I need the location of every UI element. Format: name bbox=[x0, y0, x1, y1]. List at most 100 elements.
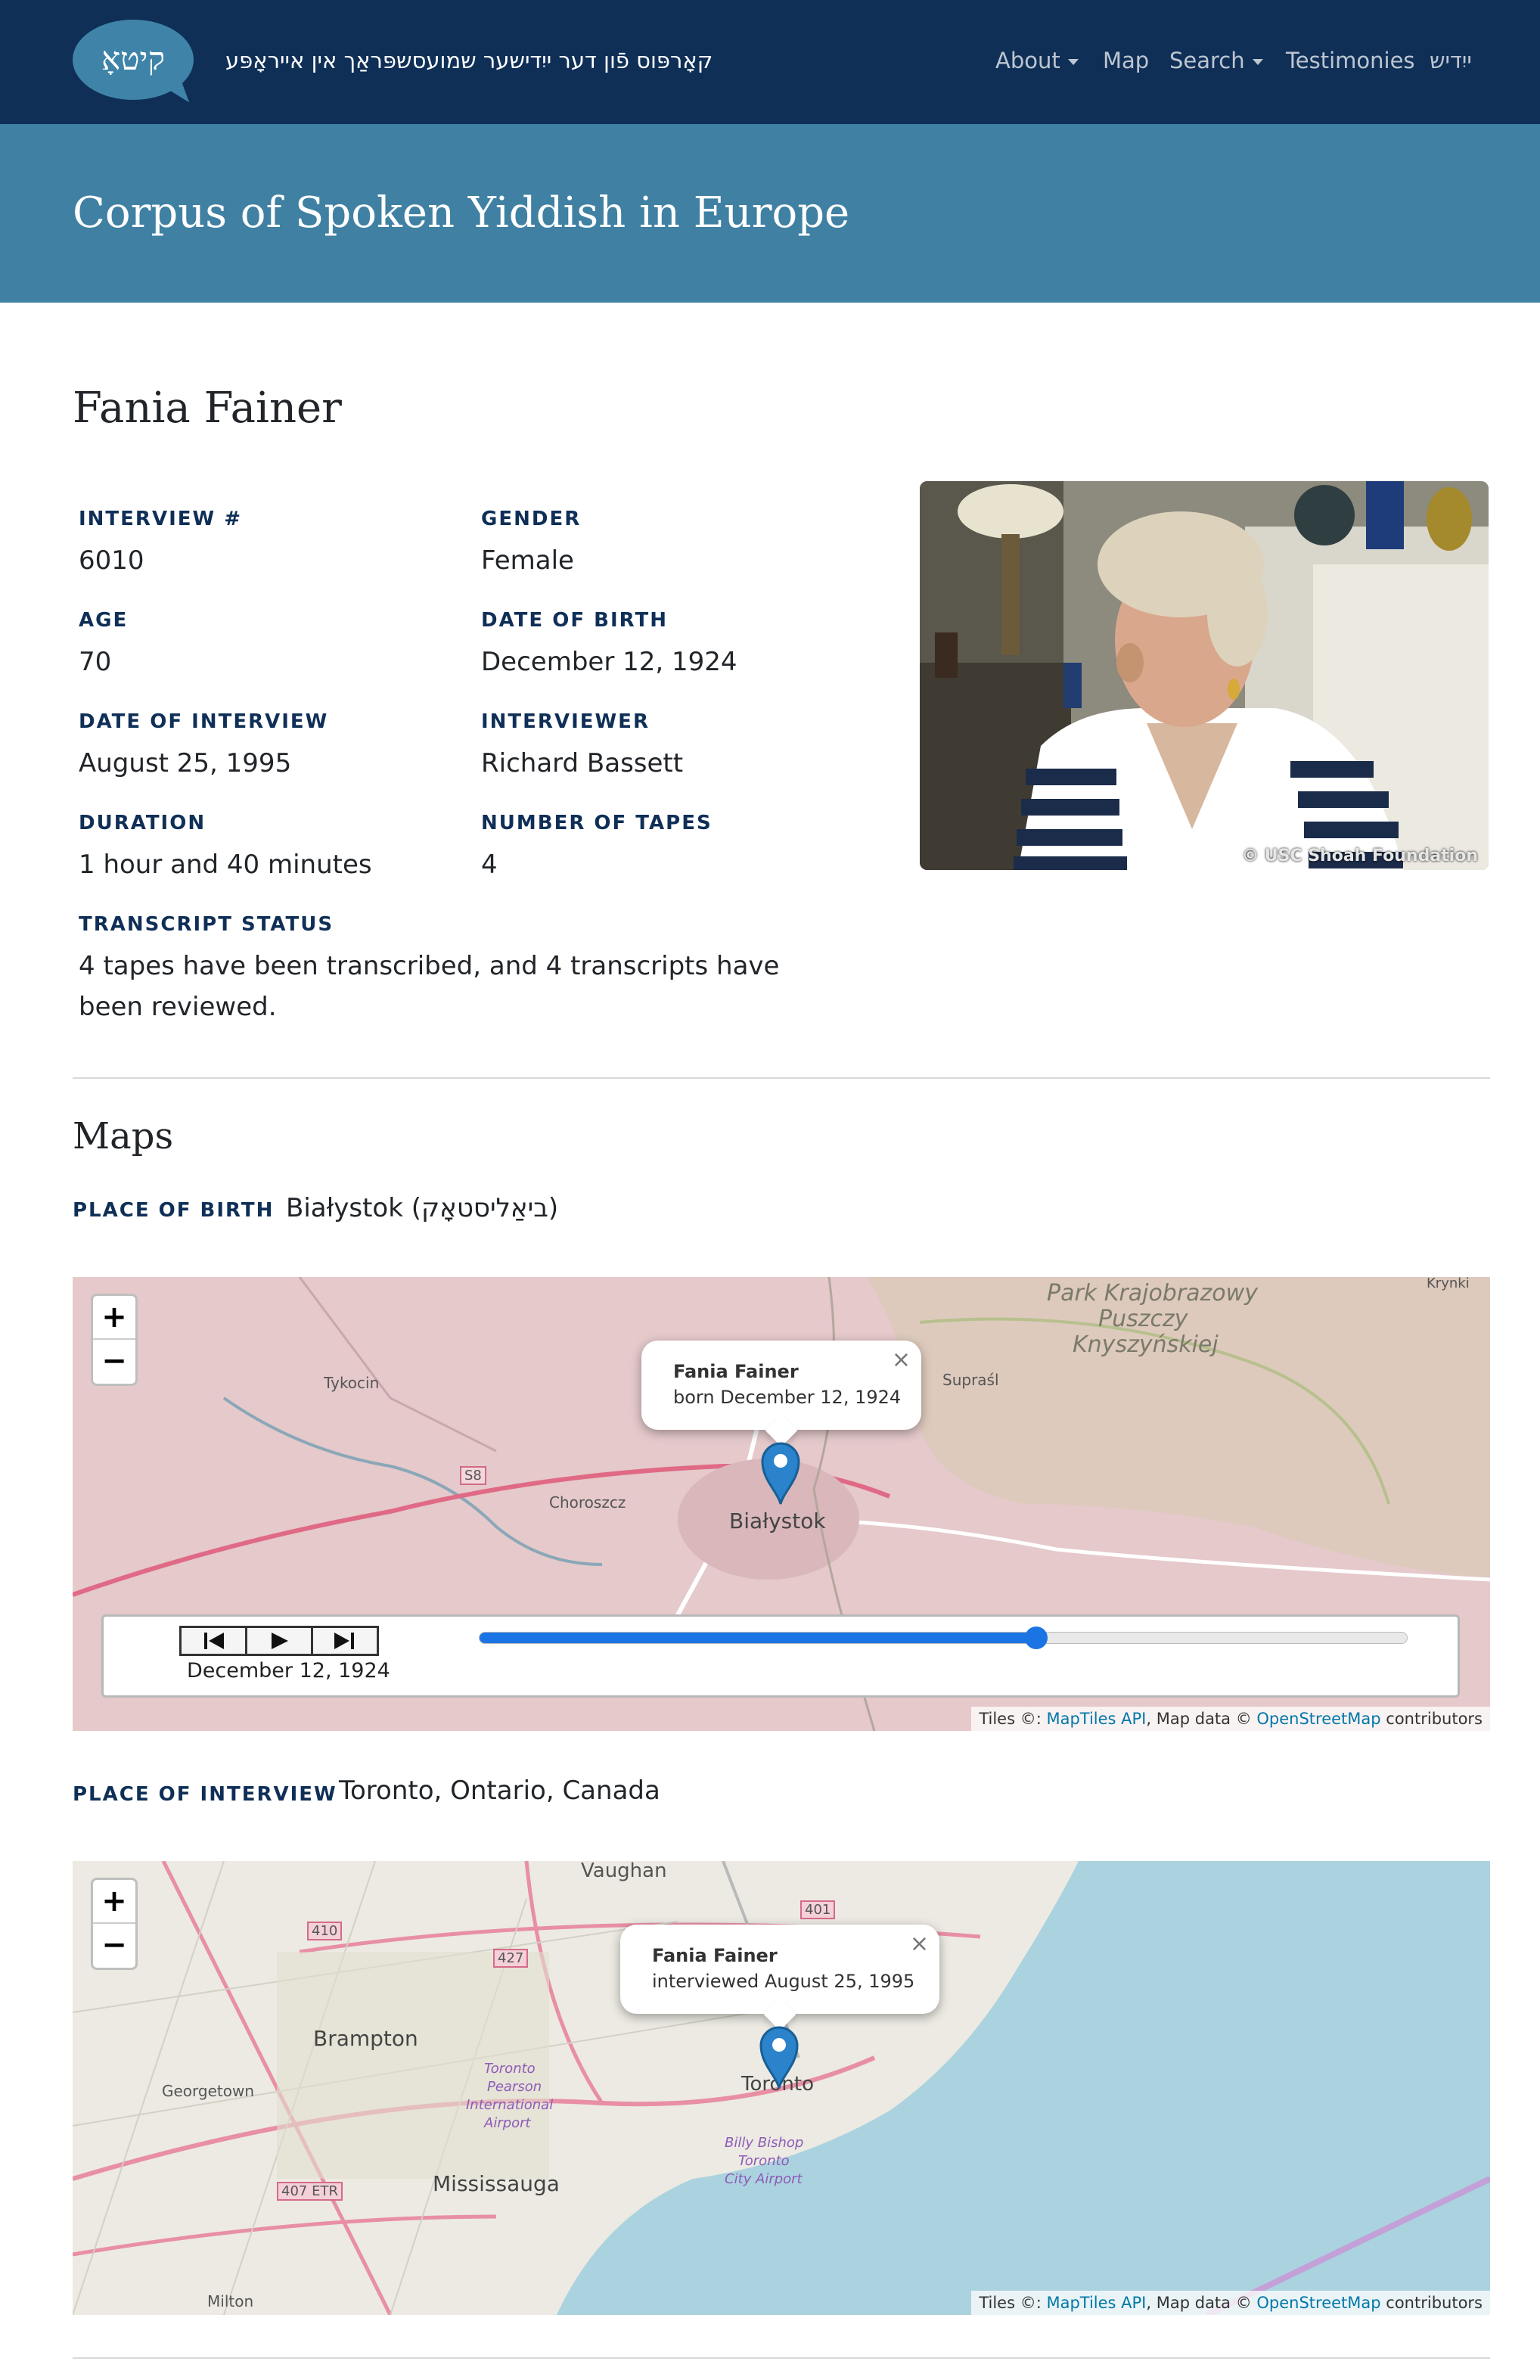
map-label: International bbox=[466, 2097, 554, 2113]
zoom-out-button[interactable]: − bbox=[93, 1340, 135, 1384]
popup-close-button[interactable]: × bbox=[910, 1931, 929, 1958]
brand-text[interactable]: קאָרפּוס פֿון דער ייִדישער שמועסשפּראַך … bbox=[225, 44, 713, 77]
map-label: Brampton bbox=[313, 2026, 418, 2051]
field-label-gender: GENDER bbox=[481, 508, 582, 530]
map-label: Mississauga bbox=[433, 2171, 560, 2196]
map-label: 410 bbox=[307, 1922, 343, 1940]
photo-credit: © USC Shoah Foundation bbox=[1242, 847, 1478, 865]
osm-link[interactable]: OpenStreetMap bbox=[1256, 1710, 1380, 1728]
map-label: 401 bbox=[800, 1900, 836, 1919]
timeline-slider-fill bbox=[480, 1633, 1036, 1643]
map-label: 407 ETR bbox=[277, 2182, 343, 2201]
field-label-interviewer: INTERVIEWER bbox=[481, 710, 650, 733]
field-value-interview-number: 6010 bbox=[79, 545, 144, 576]
timeline-date: December 12, 1924 bbox=[187, 1659, 390, 1682]
map-label: 427 bbox=[493, 1949, 529, 1968]
timeline-slider[interactable] bbox=[479, 1627, 1408, 1649]
map-label: Billy Bishop bbox=[725, 2135, 804, 2151]
maps-heading: Maps bbox=[73, 1115, 174, 1157]
map-label: Knyszyńskiej bbox=[1073, 1331, 1219, 1358]
field-value-age: 70 bbox=[79, 647, 112, 677]
timeline-control: December 12, 1924 bbox=[101, 1614, 1460, 1698]
interview-map[interactable]: Vaughan Brampton Georgetown Mississauga … bbox=[73, 1861, 1490, 2315]
nav-map-link[interactable]: Map bbox=[1103, 44, 1149, 77]
osm-link[interactable]: OpenStreetMap bbox=[1256, 2294, 1380, 2312]
field-label-duration: DURATION bbox=[79, 812, 206, 834]
map-label: S8 bbox=[460, 1466, 486, 1485]
field-label-date-of-interview: DATE OF INTERVIEW bbox=[79, 710, 329, 733]
page-title: Fania Fainer bbox=[73, 384, 342, 433]
field-label-age: AGE bbox=[79, 609, 129, 632]
map-label: Georgetown bbox=[162, 2082, 255, 2100]
zoom-out-button[interactable]: − bbox=[93, 1924, 135, 1968]
nav-about-dropdown[interactable]: About bbox=[995, 44, 1079, 77]
map-label: City Airport bbox=[725, 2171, 803, 2187]
logo-text: קיטאָ bbox=[101, 40, 166, 77]
popup-subtitle: interviewed August 25, 1995 bbox=[652, 1971, 915, 1992]
map-label: Toronto bbox=[738, 2153, 790, 2169]
popup-close-button[interactable]: × bbox=[892, 1347, 911, 1374]
zoom-in-button[interactable]: + bbox=[93, 1880, 135, 1924]
site-title: Corpus of Spoken Yiddish in Europe bbox=[73, 188, 850, 238]
map-label: Krynki bbox=[1427, 1277, 1470, 1291]
popup-name: Fania Fainer bbox=[652, 1945, 778, 1966]
map-attribution: Tiles ©: MapTiles API, Map data © OpenSt… bbox=[971, 1707, 1490, 1731]
skip-forward-button[interactable] bbox=[313, 1628, 377, 1654]
caret-down-icon bbox=[1067, 59, 1079, 65]
map-label: Toronto bbox=[484, 2061, 536, 2077]
field-value-date-of-interview: August 25, 1995 bbox=[79, 748, 292, 778]
logo[interactable]: קיטאָ bbox=[73, 20, 197, 108]
field-label-interview-number: INTERVIEW # bbox=[79, 508, 243, 530]
map-label: Pearson bbox=[487, 2079, 542, 2095]
place-of-interview-label: PLACE OF INTERVIEW bbox=[73, 1783, 337, 1806]
maptiles-link[interactable]: MapTiles API bbox=[1046, 2294, 1146, 2312]
birth-map[interactable]: Park Krajobrazowy Puszczy Knyszyńskiej K… bbox=[73, 1277, 1490, 1731]
map-label: Białystok bbox=[729, 1508, 826, 1533]
play-button[interactable] bbox=[247, 1628, 313, 1654]
caret-down-icon bbox=[1252, 59, 1263, 65]
zoom-in-button[interactable]: + bbox=[93, 1296, 135, 1340]
place-of-interview-value: Toronto, Ontario, Canada bbox=[339, 1776, 660, 1806]
nav-testimonies-link[interactable]: Testimonies bbox=[1286, 44, 1415, 77]
nav-search-dropdown[interactable]: Search bbox=[1169, 44, 1263, 77]
skip-back-icon bbox=[204, 1633, 224, 1649]
nav-language-yiddish[interactable]: ייִדיש bbox=[1430, 44, 1472, 77]
interview-map-popup: Fania Fainer interviewed August 25, 1995… bbox=[620, 1925, 939, 2031]
birth-map-popup: Fania Fainer born December 12, 1924 × bbox=[641, 1341, 921, 1447]
zoom-control: + − bbox=[91, 1294, 138, 1386]
popup-subtitle: born December 12, 1924 bbox=[673, 1387, 902, 1408]
title-band: Corpus of Spoken Yiddish in Europe bbox=[0, 124, 1540, 303]
place-of-birth-value: Białystok (ביאַליסטאָק) bbox=[286, 1193, 559, 1223]
map-label: Supraśl bbox=[942, 1371, 999, 1389]
map-attribution: Tiles ©: MapTiles API, Map data © OpenSt… bbox=[971, 2291, 1490, 2315]
map-label: Park Krajobrazowy bbox=[1047, 1280, 1258, 1307]
field-value-interviewer: Richard Bassett bbox=[481, 748, 684, 778]
interviewee-photo-image bbox=[920, 481, 1489, 870]
field-label-transcript-status: TRANSCRIPT STATUS bbox=[79, 913, 334, 936]
skip-back-button[interactable] bbox=[182, 1628, 247, 1654]
field-value-transcript-status: 4 tapes have been transcribed, and 4 tra… bbox=[79, 951, 780, 1022]
play-icon bbox=[272, 1633, 288, 1649]
divider bbox=[73, 1077, 1490, 1079]
map-marker-icon[interactable] bbox=[759, 2026, 799, 2089]
skip-forward-icon bbox=[334, 1633, 354, 1649]
field-value-duration: 1 hour and 40 minutes bbox=[79, 850, 372, 880]
map-label: Milton bbox=[207, 2292, 254, 2310]
divider bbox=[73, 2357, 1490, 2359]
popup-name: Fania Fainer bbox=[673, 1361, 799, 1382]
zoom-control: + − bbox=[91, 1878, 138, 1970]
map-marker-icon[interactable] bbox=[761, 1442, 800, 1505]
field-value-date-of-birth: December 12, 1924 bbox=[481, 647, 737, 677]
field-label-date-of-birth: DATE OF BIRTH bbox=[481, 609, 668, 632]
timeline-buttons bbox=[179, 1626, 379, 1656]
map-label: Airport bbox=[484, 2115, 531, 2131]
timeline-slider-thumb[interactable] bbox=[1024, 1627, 1048, 1649]
map-label: Choroszcz bbox=[549, 1493, 626, 1512]
map-label: Tykocin bbox=[324, 1374, 380, 1392]
place-of-birth-label: PLACE OF BIRTH bbox=[73, 1199, 275, 1222]
maptiles-link[interactable]: MapTiles API bbox=[1046, 1710, 1146, 1728]
field-label-number-of-tapes: NUMBER OF TAPES bbox=[481, 812, 713, 834]
map-label: Puszczy bbox=[1098, 1306, 1188, 1332]
field-value-number-of-tapes: 4 bbox=[481, 850, 498, 880]
interviewee-photo: © USC Shoah Foundation bbox=[920, 481, 1489, 870]
